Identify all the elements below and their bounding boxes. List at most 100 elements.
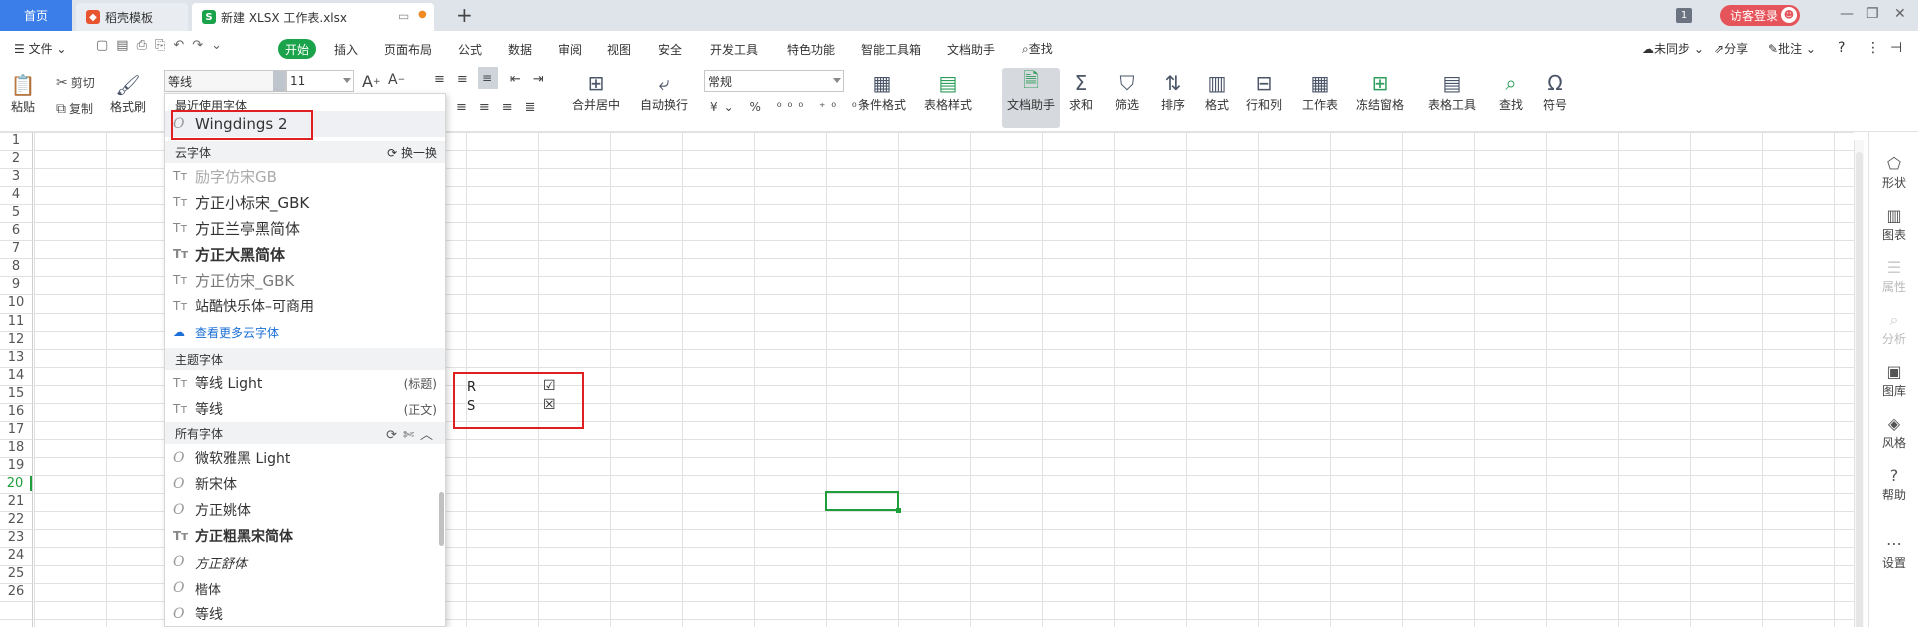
- row-number[interactable]: 3: [0, 169, 32, 184]
- theme-font-option[interactable]: Tт 等线 (正文): [165, 396, 445, 422]
- quick-access-toolbar[interactable]: ▢▤⎙⎘↶↷⌄: [96, 38, 230, 53]
- merge-center-button[interactable]: ⊞ 合并居中: [572, 70, 620, 113]
- row-number[interactable]: 16: [0, 404, 32, 419]
- cloud-font-option[interactable]: Tт 方正仿宋_GBK: [165, 267, 445, 293]
- tab-insert[interactable]: 插入: [334, 41, 358, 58]
- row-number[interactable]: 24: [0, 548, 32, 563]
- search-command[interactable]: ⌕查找: [1022, 40, 1053, 57]
- cloud-font-option[interactable]: Tт 方正大黑简体: [165, 241, 445, 267]
- row-number[interactable]: 11: [0, 314, 32, 329]
- row-number[interactable]: 17: [0, 422, 32, 437]
- table-tools-button[interactable]: ▤ 表格工具: [1428, 70, 1476, 113]
- sidebar-item-property[interactable]: ☰ 属性: [1869, 258, 1918, 295]
- help-icon[interactable]: ?: [1838, 40, 1845, 56]
- font-option[interactable]: O 方正姚体: [165, 497, 445, 523]
- tab-smart-toolbox[interactable]: 智能工具箱: [861, 41, 921, 58]
- tab-security[interactable]: 安全: [658, 41, 682, 58]
- font-list-scrollbar[interactable]: [439, 492, 444, 546]
- sum-button[interactable]: Σ 求和: [1068, 70, 1094, 113]
- filter-button[interactable]: ⛉ 筛选: [1114, 70, 1140, 113]
- row-number[interactable]: 6: [0, 223, 32, 238]
- tab-developer[interactable]: 开发工具: [710, 41, 758, 58]
- window-count-badge[interactable]: 1: [1676, 8, 1692, 23]
- switch-batch-button[interactable]: ⟳ 换一换: [387, 144, 437, 161]
- sidebar-item-gallery[interactable]: ▣ 图库: [1869, 362, 1918, 399]
- tab-review[interactable]: 审阅: [558, 41, 582, 58]
- symbol-button[interactable]: Ω 符号: [1542, 70, 1568, 113]
- tab-view[interactable]: 视图: [607, 41, 631, 58]
- sync-status[interactable]: ☁未同步 ⌄: [1642, 40, 1704, 57]
- worksheet-button[interactable]: ▦ 工作表: [1302, 70, 1338, 113]
- row-number[interactable]: 19: [0, 458, 32, 473]
- tab-home[interactable]: 首页: [0, 0, 72, 31]
- cloud-font-option[interactable]: Tт 励字仿宋GB: [165, 163, 445, 189]
- file-menu[interactable]: ☰ 文件 ⌄: [14, 40, 66, 57]
- font-option[interactable]: O 等线: [165, 601, 445, 626]
- paste-button[interactable]: 📋 粘贴: [10, 72, 36, 115]
- number-format-combo[interactable]: 常规: [704, 70, 844, 92]
- row-number[interactable]: 22: [0, 512, 32, 527]
- row-number[interactable]: 4: [0, 187, 32, 202]
- sidebar-item-help[interactable]: ? 帮助: [1869, 466, 1918, 503]
- tab-doc-helper[interactable]: 文档助手: [947, 41, 995, 58]
- all-fonts-actions[interactable]: ⟳✄︿: [386, 424, 439, 443]
- share-button[interactable]: ⇗分享: [1714, 40, 1748, 57]
- sidebar-item-settings[interactable]: ⋯ 设置: [1869, 534, 1918, 571]
- sidebar-item-style[interactable]: ◈ 风格: [1869, 414, 1918, 451]
- row-number[interactable]: 18: [0, 440, 32, 455]
- fill-handle[interactable]: [896, 508, 901, 513]
- scrollbar-thumb[interactable]: [1856, 152, 1863, 627]
- theme-font-option[interactable]: Tт 等线 Light (标题): [165, 370, 445, 396]
- font-option[interactable]: O 微软雅黑 Light: [165, 445, 445, 471]
- row-number[interactable]: 10: [0, 295, 32, 310]
- row-number[interactable]: 2: [0, 151, 32, 166]
- horizontal-align-group[interactable]: ≡≡≡≣: [456, 100, 548, 115]
- row-number[interactable]: 20: [0, 476, 32, 491]
- font-option[interactable]: O 方正舒体: [165, 549, 445, 575]
- align-top-group[interactable]: ≡≡: [434, 72, 480, 87]
- sidebar-item-analysis[interactable]: ⌕ 分析: [1869, 310, 1918, 347]
- row-number[interactable]: 12: [0, 332, 32, 347]
- row-number[interactable]: 8: [0, 259, 32, 274]
- more-icon[interactable]: ⋮: [1866, 40, 1880, 56]
- tab-features[interactable]: 特色功能: [787, 41, 835, 58]
- font-option[interactable]: Tт 方正粗黑宋简体: [165, 523, 445, 549]
- row-number[interactable]: 25: [0, 566, 32, 581]
- comment-button[interactable]: ✎批注 ⌄: [1768, 40, 1816, 57]
- restore-icon[interactable]: ❐: [1866, 6, 1879, 22]
- tab-data[interactable]: 数据: [508, 41, 532, 58]
- font-option[interactable]: O 新宋体: [165, 471, 445, 497]
- row-number[interactable]: 14: [0, 368, 32, 383]
- align-bottom-active[interactable]: ≡: [478, 67, 498, 89]
- row-number[interactable]: 5: [0, 205, 32, 220]
- cut-button[interactable]: ✂ 剪切: [56, 74, 95, 91]
- sort-button[interactable]: ⇅ 排序: [1160, 70, 1186, 113]
- active-cell[interactable]: [825, 491, 901, 513]
- add-tab-button[interactable]: +: [456, 3, 473, 27]
- increase-font-icon[interactable]: A +: [362, 72, 381, 91]
- font-name-combo[interactable]: 等线: [164, 70, 286, 92]
- copy-button[interactable]: ⧉ 复制: [56, 100, 93, 117]
- sidebar-item-shape[interactable]: ⬠ 形状: [1869, 154, 1918, 191]
- pin-icon[interactable]: ⊣: [1890, 40, 1902, 56]
- freeze-panes-button[interactable]: ⊞ 冻结窗格: [1356, 70, 1404, 113]
- row-number[interactable]: 9: [0, 277, 32, 292]
- monitor-icon[interactable]: ▭: [398, 9, 409, 23]
- conditional-format-button[interactable]: ▦ 条件格式: [858, 70, 906, 113]
- row-number[interactable]: 15: [0, 386, 32, 401]
- row-number[interactable]: 21: [0, 494, 32, 509]
- cloud-font-option[interactable]: Tт 站酷快乐体–可商用: [165, 293, 445, 319]
- doc-helper-button[interactable]: 🗎 文档助手: [1002, 68, 1060, 128]
- vertical-scrollbar[interactable]: [1854, 140, 1864, 627]
- cloud-font-option[interactable]: Tт 方正兰亭黑简体: [165, 215, 445, 241]
- close-icon[interactable]: ✕: [1894, 6, 1906, 22]
- table-style-button[interactable]: ▤ 表格样式: [924, 70, 972, 113]
- tab-start[interactable]: 开始: [278, 39, 316, 59]
- tab-formula[interactable]: 公式: [458, 41, 482, 58]
- font-option[interactable]: O 楷体: [165, 575, 445, 601]
- row-number[interactable]: 7: [0, 241, 32, 256]
- cloud-font-option[interactable]: Tт 方正小标宋_GBK: [165, 189, 445, 215]
- row-number[interactable]: 23: [0, 530, 32, 545]
- row-number[interactable]: 26: [0, 584, 32, 599]
- row-number[interactable]: 1: [0, 133, 32, 148]
